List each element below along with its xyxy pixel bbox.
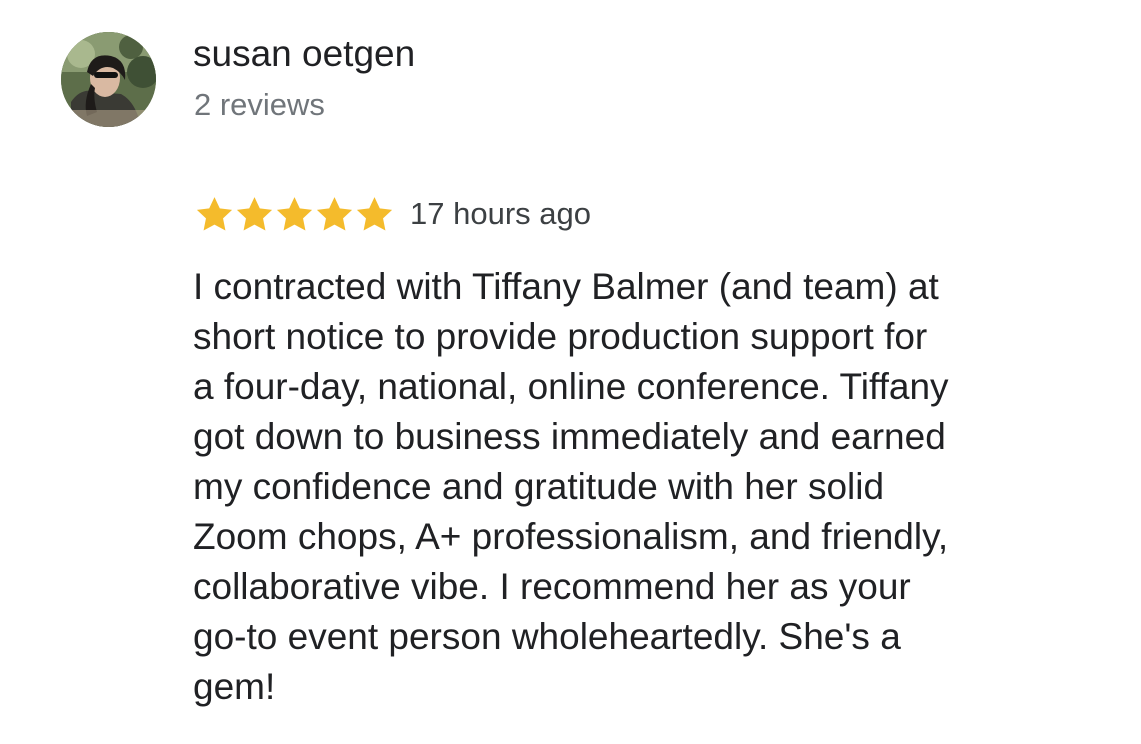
rating-row: 17 hours ago: [194, 192, 591, 236]
reviewer-avatar[interactable]: [61, 32, 156, 127]
review-card: susan oetgen 2 reviews 17 hours ago I co…: [0, 0, 1141, 744]
profile-photo-icon: [61, 32, 156, 127]
review-timestamp: 17 hours ago: [410, 196, 591, 231]
star-icon: [316, 196, 353, 231]
reviewer-name[interactable]: susan oetgen: [193, 32, 415, 76]
review-body: I contracted with Tiffany Balmer (and te…: [193, 266, 949, 707]
star-icon: [196, 196, 233, 231]
star-icon: [236, 196, 273, 231]
reviewer-review-count: 2 reviews: [194, 87, 325, 122]
star-rating: [194, 194, 394, 235]
star-icon: [356, 196, 393, 231]
star-icon: [276, 196, 313, 231]
